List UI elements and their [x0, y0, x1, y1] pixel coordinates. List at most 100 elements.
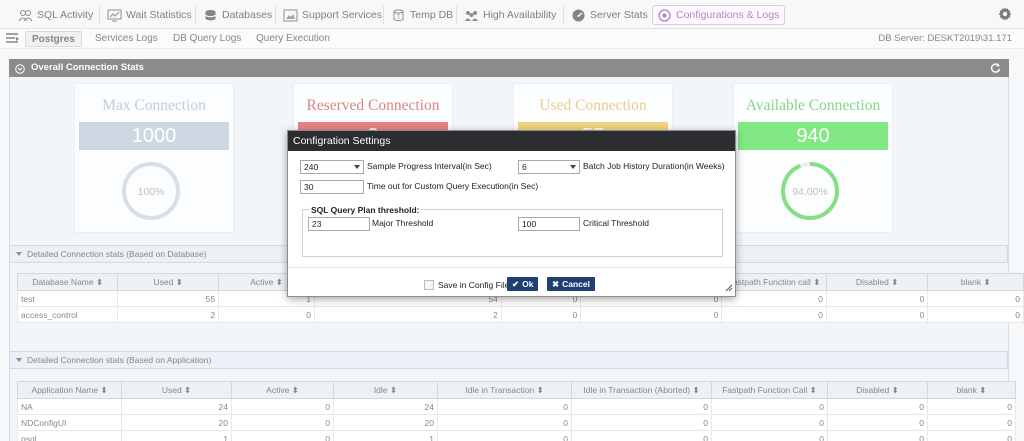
table-cell: 0 [231, 398, 334, 415]
column-header[interactable]: Disabled ⬍ [827, 381, 928, 399]
column-header[interactable]: Active ⬍ [231, 381, 334, 399]
sub-nav: Postgres Services Logs DB Query Logs Que… [0, 29, 1024, 49]
column-header[interactable]: Idle in Transaction (Aborted) ⬍ [571, 381, 712, 399]
nav-divider [195, 6, 196, 24]
column-header[interactable]: Fastpath Function Call ⬍ [711, 381, 828, 399]
table-row[interactable]: NDConfigUI 20 0 20 0 0 0 0 0 [17, 414, 1016, 431]
ok-button[interactable]: ✔ Ok [507, 277, 539, 291]
select-value: 240 [304, 162, 319, 172]
nav-support-services[interactable]: Support Services [283, 5, 382, 25]
caret-down-icon [16, 358, 22, 362]
table-cell: 1 [121, 430, 232, 441]
query-timeout-label: Time out for Custom Query Execution(in S… [367, 181, 539, 191]
section-title: Detailed Connection stats (Based on Appl… [27, 355, 212, 365]
table-cell: 0 [827, 398, 928, 415]
table-cell: access_control [16, 306, 119, 323]
tab-db-query-logs[interactable]: DB Query Logs [173, 31, 241, 47]
nav-divider [275, 6, 276, 24]
cancel-button[interactable]: ✖ Cancel [547, 277, 595, 291]
tab-services-logs[interactable]: Services Logs [95, 31, 158, 47]
nav-temp-db[interactable]: T Temp DB [391, 5, 453, 25]
app-stats-header[interactable]: Detailed Connection stats (Based on Appl… [9, 351, 1008, 369]
sort-icon: ⬍ [692, 384, 700, 395]
column-header[interactable]: Idle ⬍ [333, 381, 438, 399]
major-threshold-input[interactable]: 23 [308, 217, 370, 231]
card-title: Reserved Connection [306, 97, 440, 114]
card-title: Max Connection [102, 97, 206, 114]
table-cell: 0 [927, 306, 1024, 323]
column-label: Idle [373, 384, 388, 395]
config-settings-dialog: Configration Settings 240 Sample Progres… [287, 130, 736, 297]
table-row[interactable]: NA 24 0 24 0 0 0 0 0 [17, 398, 1016, 415]
top-nav: SQL Activity Wait Statistics Databases S… [0, 0, 1024, 29]
sort-icon: ⬍ [983, 276, 991, 287]
nav-label: SQL Activity [37, 9, 94, 21]
sample-interval-label: Sample Progress Interval(in Sec) [367, 161, 492, 171]
gauge-label: 94.00% [792, 186, 828, 198]
table-cell: 0 [827, 414, 928, 431]
panel-title: Overall Connection Stats [31, 62, 144, 73]
sort-icon: ⬍ [184, 384, 192, 395]
close-icon: ✖ [552, 279, 560, 289]
people-icon [18, 9, 33, 22]
column-label: blank [960, 276, 982, 287]
nav-wait-statistics[interactable]: Wait Statistics [107, 5, 192, 25]
column-header[interactable]: Used ⬍ [117, 273, 220, 291]
resize-handle-icon[interactable] [725, 284, 733, 295]
table-cell: 20 [333, 414, 438, 431]
sort-icon: ⬍ [100, 384, 108, 395]
batch-history-select[interactable]: 6 [518, 160, 580, 174]
nav-sql-activity[interactable]: SQL Activity [18, 5, 93, 25]
image-icon [283, 9, 298, 22]
save-config-checkbox[interactable] [424, 280, 434, 290]
table-cell: NA [17, 398, 122, 415]
hamburger-menu-icon[interactable] [6, 32, 19, 47]
table-row[interactable]: access_control 2 0 2 0 0 0 0 0 [16, 306, 1024, 323]
nav-divider [456, 6, 457, 24]
critical-threshold-label: Critical Threshold [583, 218, 649, 228]
critical-threshold-input[interactable]: 100 [518, 217, 580, 231]
table-row[interactable]: psql 1 0 1 0 0 0 0 0 [17, 430, 1016, 441]
nav-configurations-logs[interactable]: Configurations & Logs [652, 5, 786, 25]
card-gauge: 100% [122, 162, 180, 220]
table-cell: 0 [721, 306, 827, 323]
monitor-chart-icon [107, 9, 122, 22]
table-cell: 0 [825, 306, 929, 323]
nav-label: Wait Statistics [126, 9, 192, 21]
table-cell: 2 [314, 306, 502, 323]
select-value: 6 [522, 162, 527, 172]
nav-server-stats[interactable]: Server Stats [571, 5, 648, 25]
sort-icon: ⬍ [891, 384, 899, 395]
column-header[interactable]: Disabled ⬍ [825, 273, 929, 291]
nav-high-availability[interactable]: High Availability [464, 5, 556, 25]
table-cell: 0 [721, 290, 827, 307]
sort-icon: ⬍ [536, 384, 544, 395]
query-timeout-input[interactable]: 30 [300, 180, 364, 194]
column-header[interactable]: Fastpath Function call ⬍ [721, 273, 827, 291]
table-cell: test [16, 290, 119, 307]
table-cell: 0 [500, 306, 582, 323]
tab-postgres[interactable]: Postgres [25, 31, 82, 47]
table-cell: 0 [571, 430, 712, 441]
column-header[interactable]: Idle in Transaction ⬍ [437, 381, 572, 399]
table-cell: 0 [927, 290, 1024, 307]
column-header[interactable]: Used ⬍ [121, 381, 232, 399]
column-label: Application Name [31, 384, 99, 395]
gear-icon[interactable] [998, 7, 1012, 24]
sample-interval-select[interactable]: 240 [300, 160, 364, 174]
table-cell: 0 [437, 430, 572, 441]
tab-query-execution[interactable]: Query Execution [256, 31, 330, 47]
nav-label: Support Services [302, 9, 382, 21]
major-threshold-label: Major Threshold [372, 218, 434, 228]
dropdown-arrow-icon [354, 165, 360, 169]
table-cell: 24 [121, 398, 232, 415]
nav-databases[interactable]: Databases [203, 5, 272, 25]
column-header[interactable]: blank ⬍ [927, 273, 1024, 291]
table-cell: 0 [711, 430, 828, 441]
table-cell: 0 [231, 414, 334, 431]
column-header[interactable]: Application Name ⬍ [17, 381, 122, 399]
sort-icon: ⬍ [389, 384, 398, 395]
column-header[interactable]: Database Name ⬍ [16, 273, 119, 291]
column-header[interactable]: blank ⬍ [927, 381, 1016, 399]
dashboard-icon [571, 9, 586, 22]
